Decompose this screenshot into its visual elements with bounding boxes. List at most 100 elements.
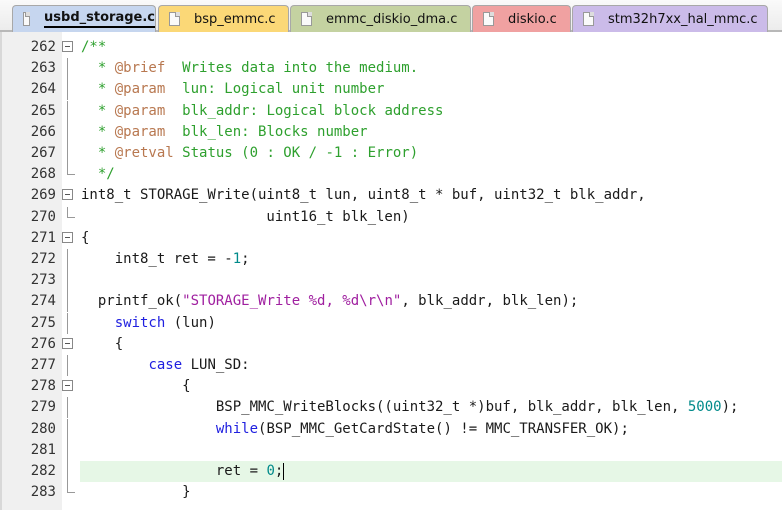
line-number: 271 xyxy=(30,229,56,246)
line-number: 278 xyxy=(30,378,56,395)
tab-emmc-diskio-dma-c[interactable]: emmc_diskio_dma.c xyxy=(290,5,471,32)
code-text[interactable]: switch (lun) xyxy=(80,313,782,334)
fold-guide xyxy=(67,121,68,143)
code-line[interactable]: 276 { xyxy=(0,334,782,355)
token-comment: * xyxy=(81,102,115,119)
tab-bsp-emmc-c[interactable]: bsp_emmc.c xyxy=(158,5,289,32)
fold-guide xyxy=(67,439,68,461)
token-number: 5000 xyxy=(687,399,722,416)
tab-usbd-storage-c[interactable]: usbd_storage.c xyxy=(12,5,156,32)
code-line[interactable]: 281 xyxy=(0,439,782,461)
token-text: ret = xyxy=(81,463,267,479)
line-number: 282 xyxy=(30,463,56,479)
line-number: 276 xyxy=(30,335,56,352)
code-line[interactable]: 275 switch (lun) xyxy=(0,312,782,334)
code-line[interactable]: 273 xyxy=(0,270,782,292)
tab-diskio-c[interactable]: diskio.c xyxy=(472,5,571,32)
token-comment: Writes data into the medium. xyxy=(165,60,419,77)
code-line[interactable]: 266 * @param blk_len: Blocks number xyxy=(0,121,782,143)
tab-stm32h7xx-hal-mmc-c[interactable]: stm32h7xx_hal_mmc.c xyxy=(572,5,768,32)
fold-collapse-icon[interactable] xyxy=(62,337,73,349)
code-text[interactable]: while(BSP_MMC_GetCardState() != MMC_TRAN… xyxy=(80,419,782,440)
code-line[interactable]: 277 case LUN_SD: xyxy=(0,355,782,376)
code-text[interactable] xyxy=(80,270,782,291)
fold-guide xyxy=(67,397,68,419)
token-text: int8_t ret = - xyxy=(81,251,233,267)
fold-collapse-icon[interactable] xyxy=(62,41,73,52)
code-line[interactable]: 268 */ xyxy=(0,164,782,185)
code-text[interactable]: * @param blk_addr: Logical block address xyxy=(80,101,782,122)
code-text[interactable]: case LUN_SD: xyxy=(80,355,782,376)
fold-guide xyxy=(67,461,68,482)
code-text[interactable]: printf_ok("STORAGE_Write %d, %d\r\n", bl… xyxy=(80,291,782,312)
code-text[interactable]: { xyxy=(80,228,782,249)
fold-guide xyxy=(67,418,68,440)
file-icon xyxy=(23,12,31,26)
line-number: 281 xyxy=(30,441,56,458)
fold-collapse-icon[interactable] xyxy=(62,380,73,392)
code-line[interactable]: 278 { xyxy=(0,376,782,397)
fold-end-guide xyxy=(67,482,75,494)
token-comment: * xyxy=(81,81,115,98)
token-doctag: @param xyxy=(114,102,166,119)
code-text[interactable]: { xyxy=(80,334,782,355)
line-number: 273 xyxy=(30,272,56,289)
code-text[interactable]: * @retval Status (0 : OK / -1 : Error) xyxy=(80,143,782,164)
code-text[interactable]: * @brief Writes data into the medium. xyxy=(80,58,782,79)
fold-guide xyxy=(67,270,68,292)
code-line[interactable]: 264 * @param lun: Logical unit number xyxy=(0,79,782,101)
code-text[interactable]: /** xyxy=(80,37,782,58)
token-comment: /** xyxy=(81,39,107,55)
fold-collapse-icon[interactable] xyxy=(62,189,73,201)
token-text: } xyxy=(81,484,191,501)
code-text[interactable]: } xyxy=(80,482,782,503)
token-text: ; xyxy=(241,251,250,267)
code-line[interactable]: 263 * @brief Writes data into the medium… xyxy=(0,58,782,80)
code-text[interactable]: { xyxy=(80,376,782,397)
line-number: 283 xyxy=(30,484,56,501)
fold-guide xyxy=(67,355,68,376)
token-keyword: while xyxy=(215,420,259,437)
code-line[interactable]: 271 { xyxy=(0,228,782,249)
token-text: { xyxy=(81,378,191,395)
code-line[interactable]: 274 printf_ok("STORAGE_Write %d, %d\r\n"… xyxy=(0,291,782,313)
fold-guide xyxy=(67,249,68,270)
code-line[interactable]: 283 } xyxy=(0,482,782,503)
line-number: 269 xyxy=(30,187,56,204)
code-text[interactable] xyxy=(80,440,782,461)
token-comment: lun: Logical unit number xyxy=(165,81,385,98)
code-text[interactable]: * @param blk_len: Blocks number xyxy=(80,122,782,143)
line-number: 266 xyxy=(30,123,56,140)
code-text[interactable]: * @param lun: Logical unit number xyxy=(80,79,782,100)
code-line[interactable]: 279 BSP_MMC_WriteBlocks((uint32_t *)buf,… xyxy=(0,397,782,419)
code-editor[interactable]: 262 /** 263 * @brief Writes data into the … xyxy=(0,32,782,510)
code-line[interactable]: 265 * @param blk_addr: Logical block add… xyxy=(0,100,782,122)
code-line[interactable]: 269 int8_t STORAGE_Write(uint8_t lun, uin… xyxy=(0,185,782,206)
code-line[interactable]: 267 * @retval Status (0 : OK / -1 : Erro… xyxy=(0,143,782,164)
token-text: ; xyxy=(274,463,284,479)
code-line[interactable]: 262 /** xyxy=(0,37,782,58)
fold-guide xyxy=(67,312,68,334)
code-line[interactable]: 282 ret = 0; xyxy=(0,461,782,482)
code-line[interactable]: 270 uint16_t blk_len) xyxy=(0,206,782,228)
token-text: { xyxy=(81,335,124,352)
code-text[interactable]: uint16_t blk_len) xyxy=(80,207,782,228)
token-text: ); xyxy=(721,399,739,416)
code-text[interactable]: int8_t STORAGE_Write(uint8_t lun, uint8_… xyxy=(80,185,782,206)
code-text[interactable]: BSP_MMC_WriteBlocks((uint32_t *)buf, blk… xyxy=(80,397,782,418)
line-number: 267 xyxy=(30,145,56,161)
token-text: printf_ok( xyxy=(81,293,183,310)
text-cursor xyxy=(283,462,285,480)
fold-collapse-icon[interactable] xyxy=(62,231,73,243)
fold-guide xyxy=(67,291,68,313)
fold-end-guide xyxy=(67,164,75,176)
token-keyword: switch xyxy=(114,314,166,331)
code-text[interactable]: ret = 0; xyxy=(80,461,782,482)
code-text[interactable]: int8_t ret = -1; xyxy=(80,249,782,270)
fold-guide xyxy=(67,58,68,80)
code-line[interactable]: 280 while(BSP_MMC_GetCardState() != MMC_… xyxy=(0,418,782,440)
code-line[interactable]: 272 int8_t ret = -1; xyxy=(0,249,782,270)
code-text[interactable]: */ xyxy=(80,164,782,185)
